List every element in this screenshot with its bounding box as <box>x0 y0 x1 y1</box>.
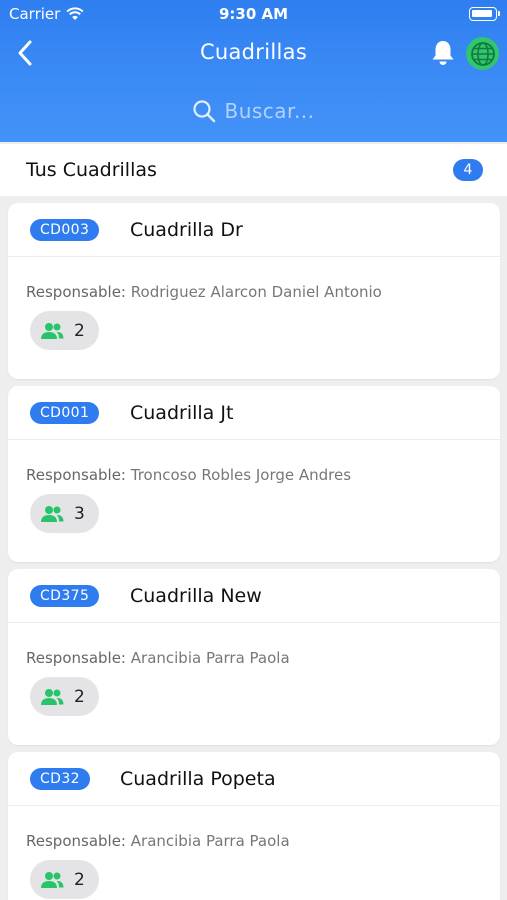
people-icon <box>40 871 64 889</box>
members-chip[interactable]: 2 <box>30 311 99 350</box>
battery-icon <box>469 7 500 21</box>
members-chip[interactable]: 2 <box>30 860 99 899</box>
search-bar[interactable]: Buscar... <box>0 79 507 142</box>
responsable-label: Responsable: <box>26 283 126 301</box>
responsable-label: Responsable: <box>26 466 126 484</box>
crew-responsable: Responsable: Rodriguez Alarcon Daniel An… <box>26 283 382 301</box>
crew-card-header[interactable]: CD003 Cuadrilla Dr <box>8 203 500 257</box>
bell-icon <box>432 41 454 65</box>
crew-card[interactable]: CD375 Cuadrilla New Responsable: Arancib… <box>8 569 500 745</box>
members-chip[interactable]: 3 <box>30 494 99 533</box>
crew-name: Cuadrilla Jt <box>130 402 234 424</box>
crew-responsable: Responsable: Arancibia Parra Paola <box>26 649 290 667</box>
crew-card-header[interactable]: CD375 Cuadrilla New <box>8 569 500 623</box>
crew-card-header[interactable]: CD32 Cuadrilla Popeta <box>8 752 500 806</box>
header: Carrier 9:30 AM Cuadrillas Buscar... <box>0 0 507 142</box>
crew-code-badge: CD003 <box>30 219 100 241</box>
crew-responsable: Responsable: Arancibia Parra Paola <box>26 832 290 850</box>
status-bar: Carrier 9:30 AM <box>0 0 507 28</box>
responsable-label: Responsable: <box>26 832 126 850</box>
crew-code-badge: CD375 <box>30 585 100 607</box>
crew-responsable: Responsable: Troncoso Robles Jorge Andre… <box>26 466 351 484</box>
people-icon <box>40 505 64 523</box>
crew-card[interactable]: CD003 Cuadrilla Dr Responsable: Rodrigue… <box>8 203 500 379</box>
members-count: 3 <box>74 503 85 524</box>
responsable-value: Rodriguez Alarcon Daniel Antonio <box>130 283 382 301</box>
crew-code-badge: CD001 <box>30 402 100 424</box>
nav-bar: Cuadrillas <box>0 30 507 76</box>
members-count: 2 <box>74 869 85 890</box>
crew-card[interactable]: CD32 Cuadrilla Popeta Responsable: Aranc… <box>8 752 500 900</box>
section-title: Tus Cuadrillas <box>26 159 157 181</box>
search-input[interactable]: Buscar... <box>224 99 314 123</box>
language-button[interactable] <box>466 37 499 70</box>
members-count: 2 <box>74 320 85 341</box>
responsable-value: Arancibia Parra Paola <box>130 649 290 667</box>
people-icon <box>40 322 64 340</box>
notifications-button[interactable] <box>428 38 458 68</box>
crew-name: Cuadrilla New <box>130 585 262 607</box>
crew-card-header[interactable]: CD001 Cuadrilla Jt <box>8 386 500 440</box>
crew-name: Cuadrilla Dr <box>130 219 243 241</box>
members-count: 2 <box>74 686 85 707</box>
crew-name: Cuadrilla Popeta <box>120 768 276 790</box>
people-icon <box>40 688 64 706</box>
section-header: Tus Cuadrillas 4 <box>0 144 507 196</box>
responsable-value: Arancibia Parra Paola <box>130 832 290 850</box>
responsable-label: Responsable: <box>26 649 126 667</box>
members-chip[interactable]: 2 <box>30 677 99 716</box>
count-badge: 4 <box>453 159 483 181</box>
search-icon <box>193 99 216 122</box>
crew-code-badge: CD32 <box>30 768 90 790</box>
globe-icon <box>470 41 495 66</box>
status-time: 9:30 AM <box>218 5 289 23</box>
crew-card[interactable]: CD001 Cuadrilla Jt Responsable: Troncoso… <box>8 386 500 562</box>
responsable-value: Troncoso Robles Jorge Andres <box>130 466 352 484</box>
